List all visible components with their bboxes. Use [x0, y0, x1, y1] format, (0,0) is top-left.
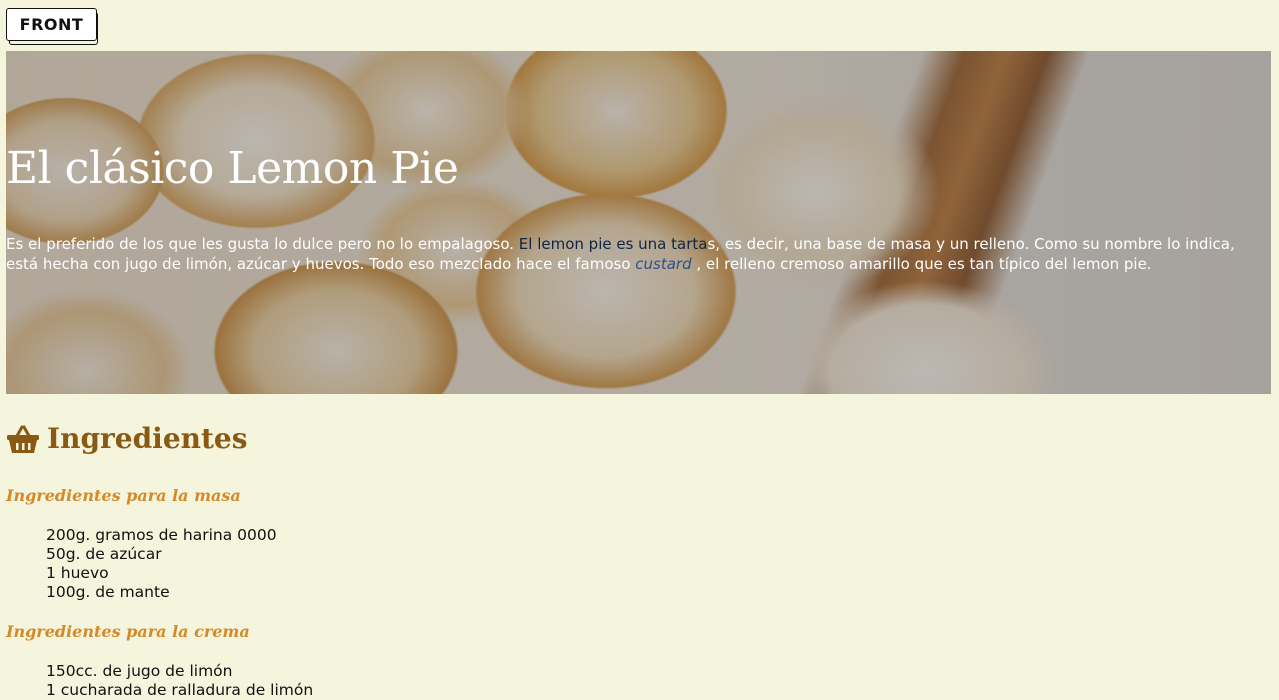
- hero-description: Es el preferido de los que les gusta lo …: [6, 234, 1271, 274]
- basket-icon: [7, 425, 39, 453]
- crema-list: 150cc. de jugo de limón 1 cucharada de r…: [46, 662, 313, 700]
- ingredients-title: Ingredientes: [47, 422, 248, 455]
- hero-banner: El clásico Lemon Pie Es el preferido de …: [6, 51, 1271, 394]
- page-title: El clásico Lemon Pie: [6, 143, 459, 194]
- list-item: 50g. de azúcar: [46, 545, 162, 563]
- logo-text: FRONT: [6, 8, 97, 41]
- masa-subtitle: Ingredientes para la masa: [6, 486, 241, 505]
- crema-subtitle: Ingredientes para la crema: [6, 622, 250, 641]
- masa-list: 200g. gramos de harina 0000 50g. de azúc…: [46, 526, 277, 602]
- list-item: 200g. gramos de harina 0000: [46, 526, 277, 544]
- list-item: 1 cucharada de ralladura de limón: [46, 681, 314, 699]
- ingredients-header: Ingredientes: [6, 422, 248, 455]
- lemon-pie-link[interactable]: El lemon pie es una tarta: [519, 235, 708, 253]
- custard-link[interactable]: custard: [635, 255, 691, 273]
- list-item: 100g. de mante: [46, 583, 170, 601]
- front-logo[interactable]: FRONT: [6, 8, 98, 45]
- hero-text-part-1: Es el preferido de los que les gusta lo …: [6, 235, 519, 253]
- hero-text-part-3: , el relleno cremoso amarillo que es tan…: [691, 255, 1152, 273]
- list-item: 1 huevo: [46, 564, 109, 582]
- list-item: 150cc. de jugo de limón: [46, 662, 233, 680]
